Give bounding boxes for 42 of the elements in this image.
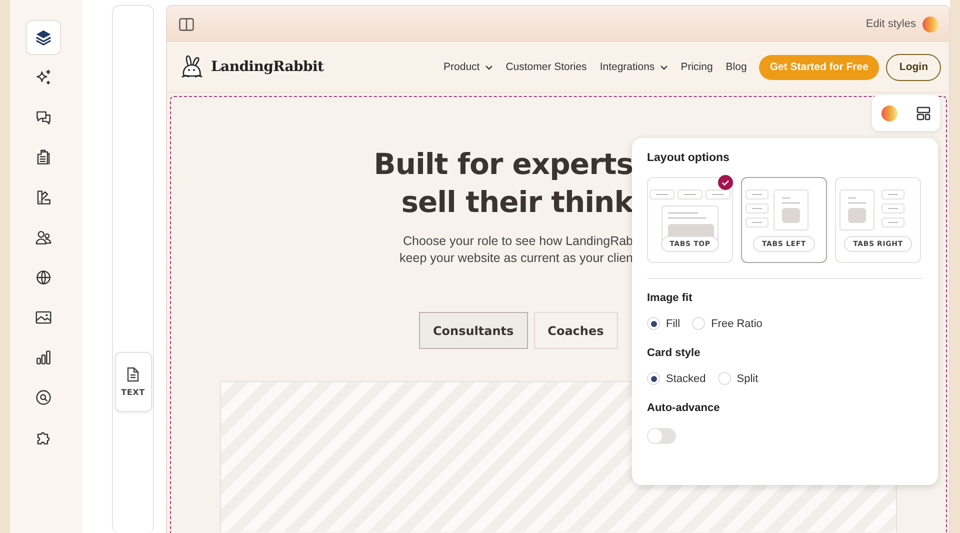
- edit-styles-label[interactable]: Edit styles: [866, 18, 916, 30]
- nav-link[interactable]: Pricing: [680, 61, 713, 73]
- block-button[interactable]: TEXT: [114, 352, 152, 412]
- chevron-down-icon: [484, 64, 493, 70]
- nav-link[interactable]: Customer Stories: [506, 61, 587, 73]
- radio-button[interactable]: [647, 372, 660, 385]
- panel-heading: Layout options: [647, 152, 730, 164]
- radio-option[interactable]: Fill: [647, 317, 680, 330]
- section-label: Auto-advance: [647, 402, 721, 414]
- layout-icon[interactable]: [916, 106, 931, 120]
- color-palette-icon[interactable]: [881, 104, 898, 122]
- sidebar-item[interactable]: [26, 20, 60, 55]
- role-tab[interactable]: Consultants: [419, 312, 528, 349]
- nav-link[interactable]: Blog: [726, 61, 747, 73]
- split-view-icon[interactable]: [179, 18, 194, 30]
- chevron-down-icon: [660, 64, 668, 70]
- people-icon: [34, 228, 52, 247]
- nav-link[interactable]: Product: [444, 61, 493, 73]
- hero-heading: Built for experts sell their think: [372, 146, 633, 221]
- hero-subtitle: Choose your role to see how LandingRab keep your website as current as your clien: [398, 233, 633, 267]
- radio-option[interactable]: Split: [718, 372, 758, 385]
- sparkles-icon: [34, 68, 52, 87]
- section-label: Image fit: [647, 292, 694, 304]
- radio-button[interactable]: [718, 372, 731, 385]
- check-badge-icon: [718, 175, 733, 190]
- document-icon: [126, 367, 140, 382]
- radio-option[interactable]: Stacked: [647, 372, 706, 385]
- search-icon: [34, 388, 52, 407]
- radio-button[interactable]: [647, 317, 660, 330]
- login-button[interactable]: Login: [886, 54, 941, 80]
- toggle-switch[interactable]: [647, 428, 676, 444]
- layers-icon: [34, 28, 52, 47]
- radio-button[interactable]: [692, 317, 706, 330]
- brand-name[interactable]: LandingRabbit: [211, 59, 324, 75]
- nav-link[interactable]: Integrations: [600, 61, 668, 73]
- globe-icon: [34, 268, 52, 287]
- rabbit-logo-icon: [179, 54, 205, 80]
- bar-chart-icon: [34, 348, 52, 367]
- role-tab[interactable]: Coaches: [534, 312, 618, 349]
- color-palette-icon[interactable]: [922, 16, 939, 32]
- radio-option[interactable]: Free Ratio: [692, 317, 762, 330]
- section-label: Card style: [647, 347, 702, 359]
